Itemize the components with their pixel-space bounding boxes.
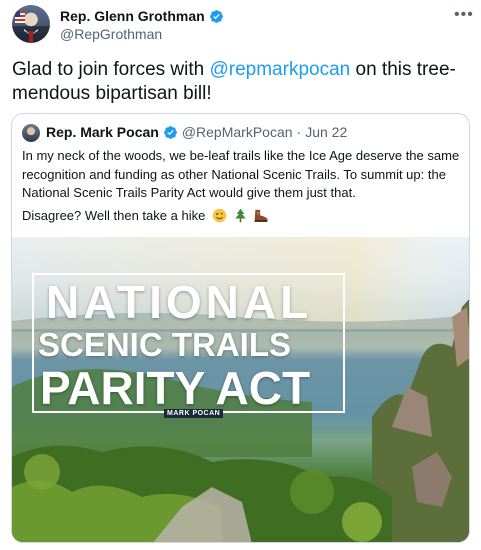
- hiking-boot-icon: [254, 209, 268, 222]
- flag-icon: [15, 11, 25, 23]
- author-avatar[interactable]: [12, 5, 50, 43]
- image-credit: MARK POCAN: [164, 409, 224, 418]
- winking-face-icon: [212, 208, 227, 223]
- author-display-name[interactable]: Rep. Glenn Grothman: [60, 8, 205, 24]
- verified-badge-icon: [209, 9, 223, 23]
- image-title-line: NATIONAL: [46, 276, 313, 328]
- quoted-author-avatar[interactable]: [22, 124, 40, 142]
- quoted-tweet-image[interactable]: NATIONAL SCENIC TRAILS PARITY ACT MARK P…: [12, 237, 469, 542]
- quoted-tweet-date[interactable]: Jun 22: [305, 124, 347, 140]
- quoted-tweet-text: Disagree? Well then take a hike: [22, 208, 206, 223]
- author-name-line: Rep. Glenn Grothman: [60, 8, 224, 24]
- quoted-tweet-paragraph: In my neck of the woods, we be-leaf trai…: [22, 148, 460, 200]
- quoted-tweet-paragraph: Disagree? Well then take a hike: [22, 207, 462, 225]
- quoted-author-name[interactable]: Rep. Mark Pocan: [46, 124, 159, 140]
- dot-separator: ·: [296, 124, 302, 140]
- tweet-text: Glad to join forces with @repmarkpocan o…: [12, 58, 467, 106]
- author-handle[interactable]: @RepGrothman: [60, 26, 162, 42]
- verified-badge-icon: [163, 125, 177, 139]
- tweet: Rep. Glenn Grothman @RepGrothman ••• Gla…: [0, 0, 481, 550]
- mention-link[interactable]: @repmarkpocan: [209, 59, 350, 80]
- quoted-tweet-header: Rep. Mark Pocan @RepMarkPocan · Jun 22: [46, 124, 347, 140]
- quoted-tweet[interactable]: Rep. Mark Pocan @RepMarkPocan · Jun 22 I…: [11, 113, 470, 543]
- image-title-line: PARITY ACT: [40, 362, 311, 414]
- tweet-text-part: Glad to join forces with: [12, 59, 210, 80]
- more-options-icon[interactable]: •••: [454, 6, 474, 24]
- evergreen-tree-icon: [234, 208, 246, 223]
- quoted-author-handle[interactable]: @RepMarkPocan: [182, 124, 293, 140]
- image-title-line: SCENIC TRAILS: [38, 326, 292, 363]
